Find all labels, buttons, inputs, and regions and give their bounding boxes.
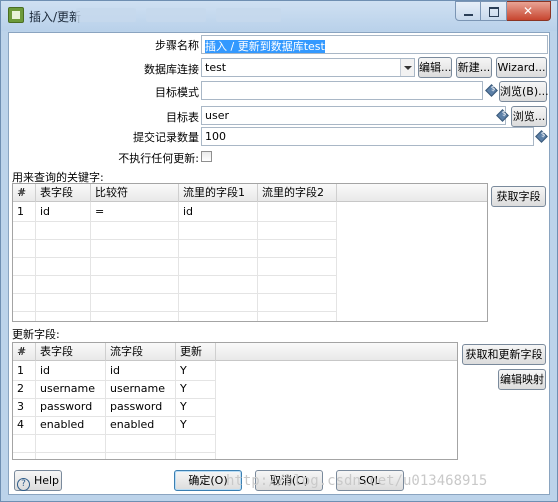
column-header-update[interactable]: 更新 bbox=[176, 343, 216, 361]
help-label: Help bbox=[33, 474, 60, 487]
table-cell[interactable]: id bbox=[106, 362, 176, 380]
column-divider bbox=[90, 202, 91, 321]
commit-size-input[interactable]: 100 bbox=[201, 127, 534, 146]
row-divider bbox=[13, 416, 216, 417]
table-cell[interactable]: 4 bbox=[13, 416, 36, 434]
window-controls bbox=[455, 1, 551, 21]
table-cell[interactable]: password bbox=[106, 398, 176, 416]
lookup-keys-table: ▲ # 表字段 比较符 流里的字段1 流里的字段2 1 id = id bbox=[12, 183, 488, 322]
connection-select[interactable]: test bbox=[201, 58, 415, 77]
column-header-stream-field[interactable]: 流字段 bbox=[106, 343, 176, 361]
step-name-label: 步骤名称 bbox=[155, 39, 199, 52]
table-cell[interactable]: enabled bbox=[36, 416, 106, 434]
dialog-window: 插入/更新 步骤名称 插入 / 更新到数据库test 数据库连接 test 编辑… bbox=[0, 0, 558, 502]
target-schema-label: 目标模式 bbox=[155, 86, 199, 99]
row-divider bbox=[13, 452, 216, 453]
table-cell[interactable]: id bbox=[36, 362, 106, 380]
row-divider bbox=[13, 293, 337, 294]
watermark-text: http://blog.csdn.net/u013468915 bbox=[226, 473, 488, 489]
row-divider bbox=[13, 398, 216, 399]
table-cell[interactable]: Y bbox=[176, 416, 216, 434]
background-tab-ghost bbox=[216, 8, 281, 22]
edit-mapping-button[interactable]: 编辑映射 bbox=[498, 369, 546, 390]
table-cell[interactable]: 2 bbox=[13, 380, 36, 398]
table-header: ▲ # 表字段 比较符 流里的字段1 流里的字段2 bbox=[13, 184, 487, 202]
table-cell[interactable]: id bbox=[179, 203, 258, 221]
column-divider bbox=[178, 202, 179, 321]
table-cell[interactable]: password bbox=[36, 398, 106, 416]
sort-indicator-icon: ▲ bbox=[19, 187, 25, 195]
help-button[interactable]: ? Help bbox=[14, 470, 62, 491]
browse-table-button[interactable]: 浏览... bbox=[511, 106, 547, 127]
row-divider bbox=[13, 221, 337, 222]
window-title: 插入/更新 bbox=[29, 10, 82, 24]
new-connection-button[interactable]: 新建... bbox=[456, 57, 492, 78]
close-button[interactable] bbox=[507, 1, 551, 21]
column-divider bbox=[35, 361, 36, 459]
table-cell[interactable]: Y bbox=[176, 362, 216, 380]
table-cell[interactable]: enabled bbox=[106, 416, 176, 434]
variable-icon bbox=[485, 84, 498, 97]
column-header-index[interactable]: ▲ # bbox=[13, 184, 36, 202]
column-header-table-field[interactable]: 表字段 bbox=[36, 184, 91, 202]
variable-icon bbox=[535, 130, 548, 143]
no-update-label: 不执行任何更新: bbox=[118, 152, 199, 165]
wizard-button[interactable]: Wizard... bbox=[496, 57, 547, 78]
update-fields-label: 更新字段: bbox=[12, 328, 60, 341]
get-update-fields-button[interactable]: 获取和更新字段 bbox=[462, 344, 546, 365]
row-divider bbox=[13, 311, 337, 312]
kettle-app-icon bbox=[8, 7, 24, 23]
target-table-label: 目标表 bbox=[166, 111, 199, 124]
column-header-stream-field-1[interactable]: 流里的字段1 bbox=[179, 184, 258, 202]
row-divider bbox=[13, 434, 216, 435]
column-divider bbox=[105, 361, 106, 459]
title-bar[interactable]: 插入/更新 bbox=[1, 1, 557, 31]
column-header-table-field[interactable]: 表字段 bbox=[36, 343, 106, 361]
sort-indicator-icon: ▲ bbox=[19, 346, 25, 354]
column-header-index[interactable]: ▲ # bbox=[13, 343, 36, 361]
table-cell[interactable]: Y bbox=[176, 398, 216, 416]
help-icon: ? bbox=[16, 478, 30, 491]
table-cell[interactable]: id bbox=[36, 203, 91, 221]
column-divider bbox=[336, 202, 337, 321]
table-cell[interactable]: = bbox=[91, 203, 179, 221]
get-fields-button[interactable]: 获取字段 bbox=[491, 186, 546, 207]
column-header-stream-field-2[interactable]: 流里的字段2 bbox=[258, 184, 337, 202]
update-fields-table: ▲ # 表字段 流字段 更新 1 id id Y 2 username usern… bbox=[12, 342, 458, 460]
row-divider bbox=[13, 257, 337, 258]
edit-connection-button[interactable]: 编辑... bbox=[418, 57, 452, 78]
dialog-content: 步骤名称 插入 / 更新到数据库test 数据库连接 test 编辑... 新建… bbox=[8, 32, 550, 495]
minimize-button[interactable] bbox=[455, 1, 481, 21]
table-header: ▲ # 表字段 流字段 更新 bbox=[13, 343, 457, 361]
table-cell[interactable]: 3 bbox=[13, 398, 36, 416]
connection-label: 数据库连接 bbox=[144, 63, 199, 76]
column-divider bbox=[215, 361, 216, 459]
table-cell[interactable] bbox=[258, 203, 337, 221]
column-divider bbox=[35, 202, 36, 321]
table-cell[interactable]: username bbox=[36, 380, 106, 398]
row-divider bbox=[13, 239, 337, 240]
row-divider bbox=[13, 275, 337, 276]
table-cell[interactable]: username bbox=[106, 380, 176, 398]
table-cell[interactable]: Y bbox=[176, 380, 216, 398]
maximize-button[interactable] bbox=[481, 1, 507, 21]
row-divider bbox=[13, 380, 216, 381]
step-name-input[interactable]: 插入 / 更新到数据库test bbox=[201, 35, 548, 54]
browse-schema-button[interactable]: 浏览(B)... bbox=[499, 81, 549, 102]
background-tab-ghost bbox=[146, 8, 206, 22]
column-header-comparator[interactable]: 比较符 bbox=[91, 184, 179, 202]
target-schema-input[interactable] bbox=[201, 81, 483, 100]
chevron-down-icon[interactable] bbox=[400, 59, 414, 76]
column-divider bbox=[175, 361, 176, 459]
target-table-input[interactable]: user bbox=[201, 106, 506, 125]
table-cell[interactable]: 1 bbox=[13, 203, 36, 221]
table-cell[interactable]: 1 bbox=[13, 362, 36, 380]
commit-size-label: 提交记录数量 bbox=[133, 131, 199, 144]
background-tab-ghost bbox=[76, 8, 136, 22]
column-divider bbox=[257, 202, 258, 321]
no-update-checkbox[interactable] bbox=[201, 151, 212, 162]
